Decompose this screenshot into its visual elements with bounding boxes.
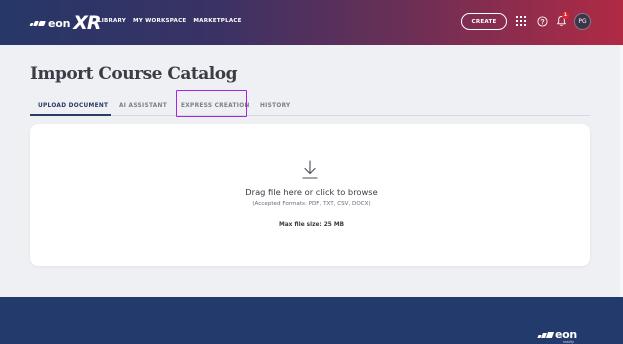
create-button[interactable]: CREATE [461,13,507,30]
footer-logo-sub: reality [563,340,575,344]
dropzone-prompt: Drag file here or click to browse [245,187,378,197]
active-tab-indicator [30,114,111,116]
max-file-size: Max file size: 25 MB [278,222,345,228]
main-nav: LIBRARY MY WORKSPACE MARKETPLACE [98,18,242,24]
help-icon[interactable] [535,14,549,28]
user-avatar[interactable]: PG [574,13,591,30]
page-title: Import Course Catalog [30,64,237,84]
tab-ai-assistant[interactable]: AI ASSISTANT [119,96,167,115]
nav-marketplace[interactable]: MARKETPLACE [193,18,241,24]
nav-library[interactable]: LIBRARY [98,18,126,24]
express-creation-highlight-box [176,90,247,117]
download-arrow-icon [302,160,318,179]
apps-grid-icon[interactable] [514,14,528,28]
nav-my-workspace[interactable]: MY WORKSPACE [133,18,186,24]
top-header: eon XR LIBRARY MY WORKSPACE MARKETPLACE … [0,0,623,45]
page-footer [0,297,623,344]
tab-upload-document[interactable]: UPLOAD DOCUMENT [38,96,108,115]
tab-bar: UPLOAD DOCUMENT AI ASSISTANT EXPRESS CRE… [30,96,590,116]
logo-product-text: XR [73,12,101,34]
eon-logo-mark-icon [537,331,555,338]
tab-history[interactable]: HISTORY [260,96,291,115]
eon-xr-logo[interactable]: eon XR [29,12,102,34]
eon-logo-mark-icon [29,20,46,26]
logo-brand-text: eon [48,16,71,30]
accepted-formats: (Accepted Formats: PDF, TXT, CSV, DOCX) [252,201,371,207]
notification-badge: 1 [562,12,569,19]
